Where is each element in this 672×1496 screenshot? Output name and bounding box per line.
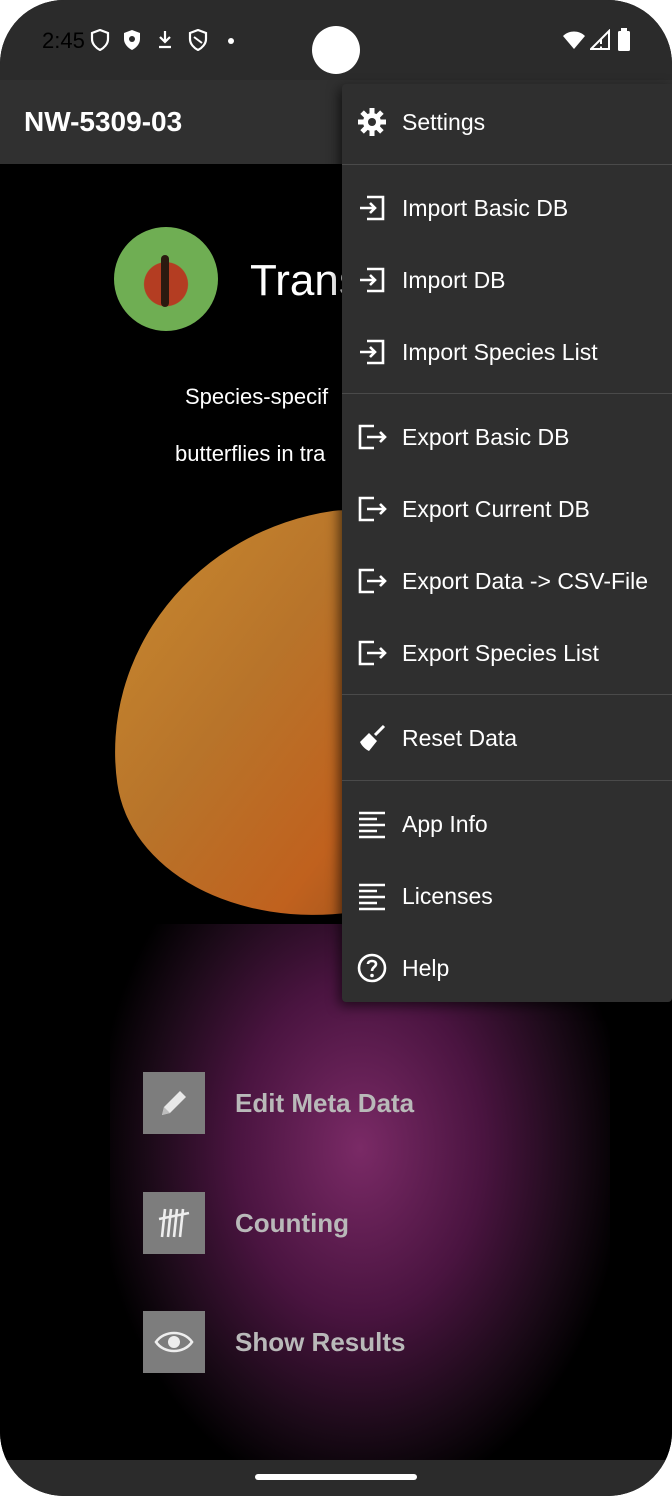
app-bar-title: NW-5309-03 [24, 106, 183, 137]
export-current-db-label: Export Current DB [402, 495, 590, 522]
download-icon [156, 28, 174, 52]
import-icon [356, 264, 388, 296]
menu-item-settings[interactable]: Settings [342, 86, 672, 158]
description-line-1: Species-specif [185, 384, 329, 409]
menu-item-export-data-csv[interactable]: Export Data -> CSV-File [342, 545, 672, 617]
menu-divider [342, 393, 672, 394]
show-results-button[interactable]: Show Results [143, 1311, 463, 1373]
shield-outline-icon [90, 28, 110, 52]
import-icon [356, 192, 388, 224]
settings-label: Settings [402, 108, 486, 135]
import-icon [356, 336, 388, 368]
butterfly-body [161, 255, 169, 307]
menu-item-help[interactable]: Help [342, 932, 672, 1004]
counting-label: Counting [235, 1207, 350, 1238]
wifi-icon [562, 28, 586, 52]
export-species-list-label: Export Species List [402, 639, 599, 666]
menu-item-import-basic-db[interactable]: Import Basic DB [342, 172, 672, 244]
menu-divider [342, 164, 672, 165]
pencil-icon [143, 1072, 205, 1134]
import-species-list-label: Import Species List [402, 338, 598, 365]
export-data-csv-label: Export Data -> CSV-File [402, 567, 649, 594]
menu-divider [342, 694, 672, 695]
export-icon [356, 493, 388, 525]
menu-item-reset-data[interactable]: Reset Data [342, 702, 672, 774]
description-line-2: butterflies in tra [175, 441, 326, 466]
text-lines-icon [356, 880, 388, 912]
menu-item-import-db[interactable]: Import DB [342, 244, 672, 316]
app-info-label: App Info [402, 810, 488, 837]
shield-filled-icon [122, 28, 142, 52]
help-label: Help [402, 954, 450, 981]
licenses-label: Licenses [402, 882, 493, 909]
overflow-menu: Settings Import Basic DB Import DB Impor… [342, 84, 672, 1002]
menu-item-export-basic-db[interactable]: Export Basic DB [342, 401, 672, 473]
signal-icon [590, 28, 610, 52]
camera-cutout [312, 26, 360, 74]
export-icon [356, 421, 388, 453]
eye-icon [143, 1311, 205, 1373]
show-results-label: Show Results [235, 1326, 406, 1357]
broom-icon [356, 722, 388, 754]
dot-icon [226, 28, 236, 52]
counting-button[interactable]: Counting [143, 1192, 463, 1254]
edit-meta-data-label: Edit Meta Data [235, 1087, 415, 1118]
menu-item-export-species-list[interactable]: Export Species List [342, 617, 672, 689]
reset-data-label: Reset Data [402, 724, 518, 751]
text-lines-icon [356, 808, 388, 840]
menu-item-import-species-list[interactable]: Import Species List [342, 316, 672, 388]
menu-divider [342, 780, 672, 781]
export-basic-db-label: Export Basic DB [402, 423, 570, 450]
gear-icon [356, 106, 388, 138]
phone-screen: 2:45 NW-5309-03 Trans Species-specif but… [0, 0, 672, 1496]
export-icon [356, 565, 388, 597]
import-db-label: Import DB [402, 266, 506, 293]
home-gesture-handle[interactable] [255, 1474, 417, 1480]
tally-icon [143, 1192, 205, 1254]
status-time: 2:45 [42, 28, 85, 53]
menu-item-licenses[interactable]: Licenses [342, 860, 672, 932]
help-circle-icon [356, 952, 388, 984]
battery-icon [617, 28, 631, 52]
menu-item-app-info[interactable]: App Info [342, 788, 672, 860]
shield-slash-icon [188, 28, 208, 52]
edit-meta-data-button[interactable]: Edit Meta Data [143, 1072, 463, 1134]
menu-item-export-current-db[interactable]: Export Current DB [342, 473, 672, 545]
import-basic-db-label: Import Basic DB [402, 194, 569, 221]
export-icon [356, 637, 388, 669]
